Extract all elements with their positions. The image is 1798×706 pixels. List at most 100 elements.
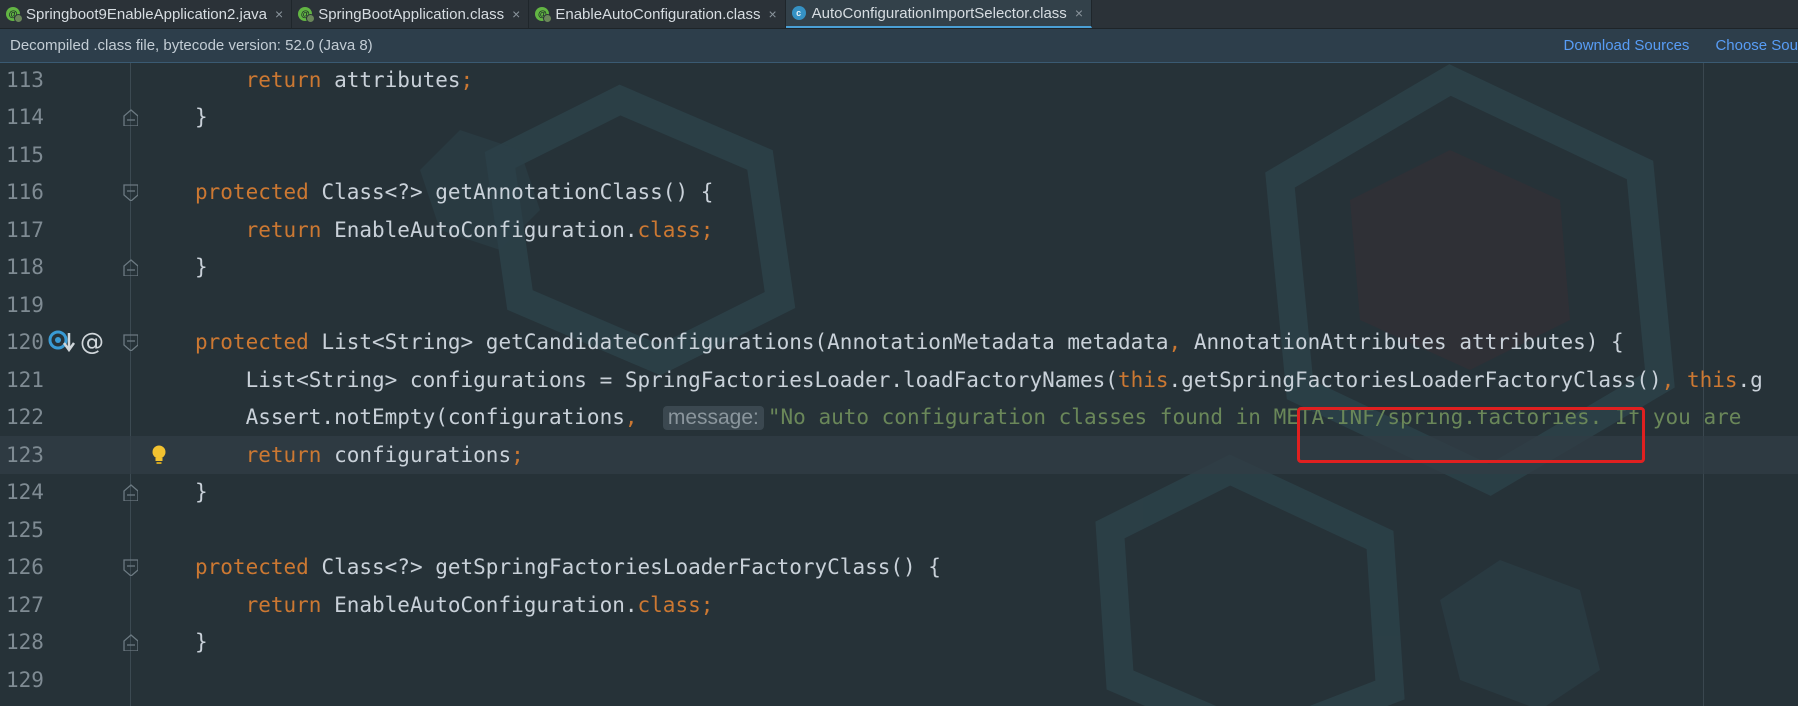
keyword-token: protected [195,330,309,355]
choose-sources-link[interactable]: Choose Sou [1715,37,1798,54]
tab-label: EnableAutoConfiguration.class [555,5,761,23]
line-number: 125 [6,517,44,542]
keyword-token: class; [637,592,714,617]
implemented-method-icon[interactable] [48,329,76,355]
code-token: configurations [321,442,512,467]
line-number: 115 [6,142,44,167]
keyword-token: return [245,217,322,242]
tab-label: AutoConfigurationImportSelector.class [811,4,1067,22]
code-line[interactable]: 125 [0,511,1798,549]
code-line[interactable]: 121 List<String> configurations = Spring… [0,361,1798,399]
code-token: Class<?> getAnnotationClass() { [308,180,714,205]
keyword-token: return [245,592,322,617]
highlight-annotation-box [1297,407,1645,463]
fold-end-icon[interactable] [123,633,138,651]
line-number: 123 [6,442,44,467]
code-text: return configurations; [195,443,524,467]
code-text: return EnableAutoConfiguration.class; [195,592,714,617]
keyword-token: ; [511,442,524,467]
tab-3[interactable]: @ EnableAutoConfiguration.class × [529,0,786,28]
code-line[interactable]: 124} [0,474,1798,512]
code-line[interactable]: 118} [0,249,1798,287]
close-icon[interactable]: × [512,6,520,22]
editor-tab-bar: @ Springboot9EnableApplication2.java × @ Spr… [0,0,1798,29]
fold-end-icon[interactable] [123,483,138,501]
code-line[interactable]: 120 @ protected List<String> getCandidateC… [0,324,1798,362]
line-number: 120 [6,330,44,355]
keyword-token: return [245,67,322,92]
close-icon[interactable]: × [275,6,283,22]
code-line[interactable]: 113 return attributes; [0,63,1798,99]
line-number: 128 [6,630,44,655]
fold-end-icon[interactable] [123,108,138,126]
annotation-icon: @ [298,7,316,23]
keyword-token: this [1686,367,1738,392]
line-number: 122 [6,405,44,430]
code-token: .getSpringFactoriesLoaderFactoryClass() [1168,367,1662,392]
code-line[interactable]: 114} [0,99,1798,137]
code-token: Assert.notEmpty(configurations [195,404,625,429]
close-icon[interactable]: × [1075,5,1083,21]
info-links: Download Sources Choose Sou [1564,37,1798,54]
code-line[interactable]: 116 protected Class<?> getAnnotationClass… [0,174,1798,212]
code-text: protected Class<?> getSpringFactoriesLoa… [195,555,941,579]
tab-2[interactable]: @ SpringBootApplication.class × [292,0,530,28]
code-token: } [195,480,208,505]
line-number: 121 [6,367,44,392]
keyword-token: protected [195,555,309,580]
code-text: } [195,105,208,129]
keyword-token: class; [637,217,714,242]
fold-end-icon[interactable] [123,258,138,276]
keyword-token: ; [460,67,474,92]
fold-collapse-icon[interactable] [123,559,138,576]
close-icon[interactable]: × [768,6,776,22]
line-number: 118 [6,255,44,280]
code-token: AnnotationAttributes attributes) { [1181,330,1624,355]
code-line[interactable]: 117 return EnableAutoConfiguration.class… [0,211,1798,249]
fold-collapse-icon[interactable] [123,184,138,201]
fold-collapse-icon[interactable] [123,334,138,351]
download-sources-link[interactable]: Download Sources [1564,37,1690,54]
line-number: 127 [6,592,44,617]
line-number: 116 [6,180,44,205]
code-line[interactable]: 119 [0,286,1798,324]
code-line[interactable]: 129 [0,661,1798,699]
decompiled-info-bar: Decompiled .class file, bytecode version… [0,29,1798,63]
code-token: EnableAutoConfiguration. [321,217,638,242]
code-token: } [195,255,208,280]
code-line[interactable]: 126 protected Class<?> getSpringFactories… [0,549,1798,587]
code-editor[interactable]: 113 return attributes; 114} 115 116 protecte… [0,63,1798,706]
code-text: } [195,480,208,504]
keyword-token: , [624,404,638,429]
code-token: } [195,105,208,130]
code-line[interactable]: 115 [0,136,1798,174]
code-token: List<String> configurations = SpringFact… [195,367,1118,392]
code-token: } [195,630,208,655]
gutter-icons: @ [48,328,104,356]
line-number: 126 [6,555,44,580]
code-line[interactable]: 127 return EnableAutoConfiguration.class… [0,586,1798,624]
decompiled-info-text: Decompiled .class file, bytecode version… [10,37,373,54]
parameter-hint: message: [662,405,764,430]
tab-1[interactable]: @ Springboot9EnableApplication2.java × [0,0,293,28]
code-token: Class<?> getSpringFactoriesLoaderFactory… [308,555,941,580]
code-token: .g [1737,367,1763,392]
keyword-token: , [1168,330,1182,355]
code-text: } [195,630,208,654]
intention-bulb-icon[interactable] [150,444,168,466]
keyword-token: protected [195,180,309,205]
line-number: 124 [6,480,44,505]
code-line[interactable]: 128} [0,624,1798,662]
keyword-token: , [1661,367,1675,392]
class-icon: c [791,6,806,20]
annotation-at-icon[interactable]: @ [80,328,104,356]
line-number: 117 [6,217,44,242]
code-text: return attributes; [195,67,474,92]
tab-4[interactable]: c AutoConfigurationImportSelector.class × [785,0,1092,28]
code-text: return EnableAutoConfiguration.class; [195,217,714,242]
annotation-icon: @ [535,7,553,23]
